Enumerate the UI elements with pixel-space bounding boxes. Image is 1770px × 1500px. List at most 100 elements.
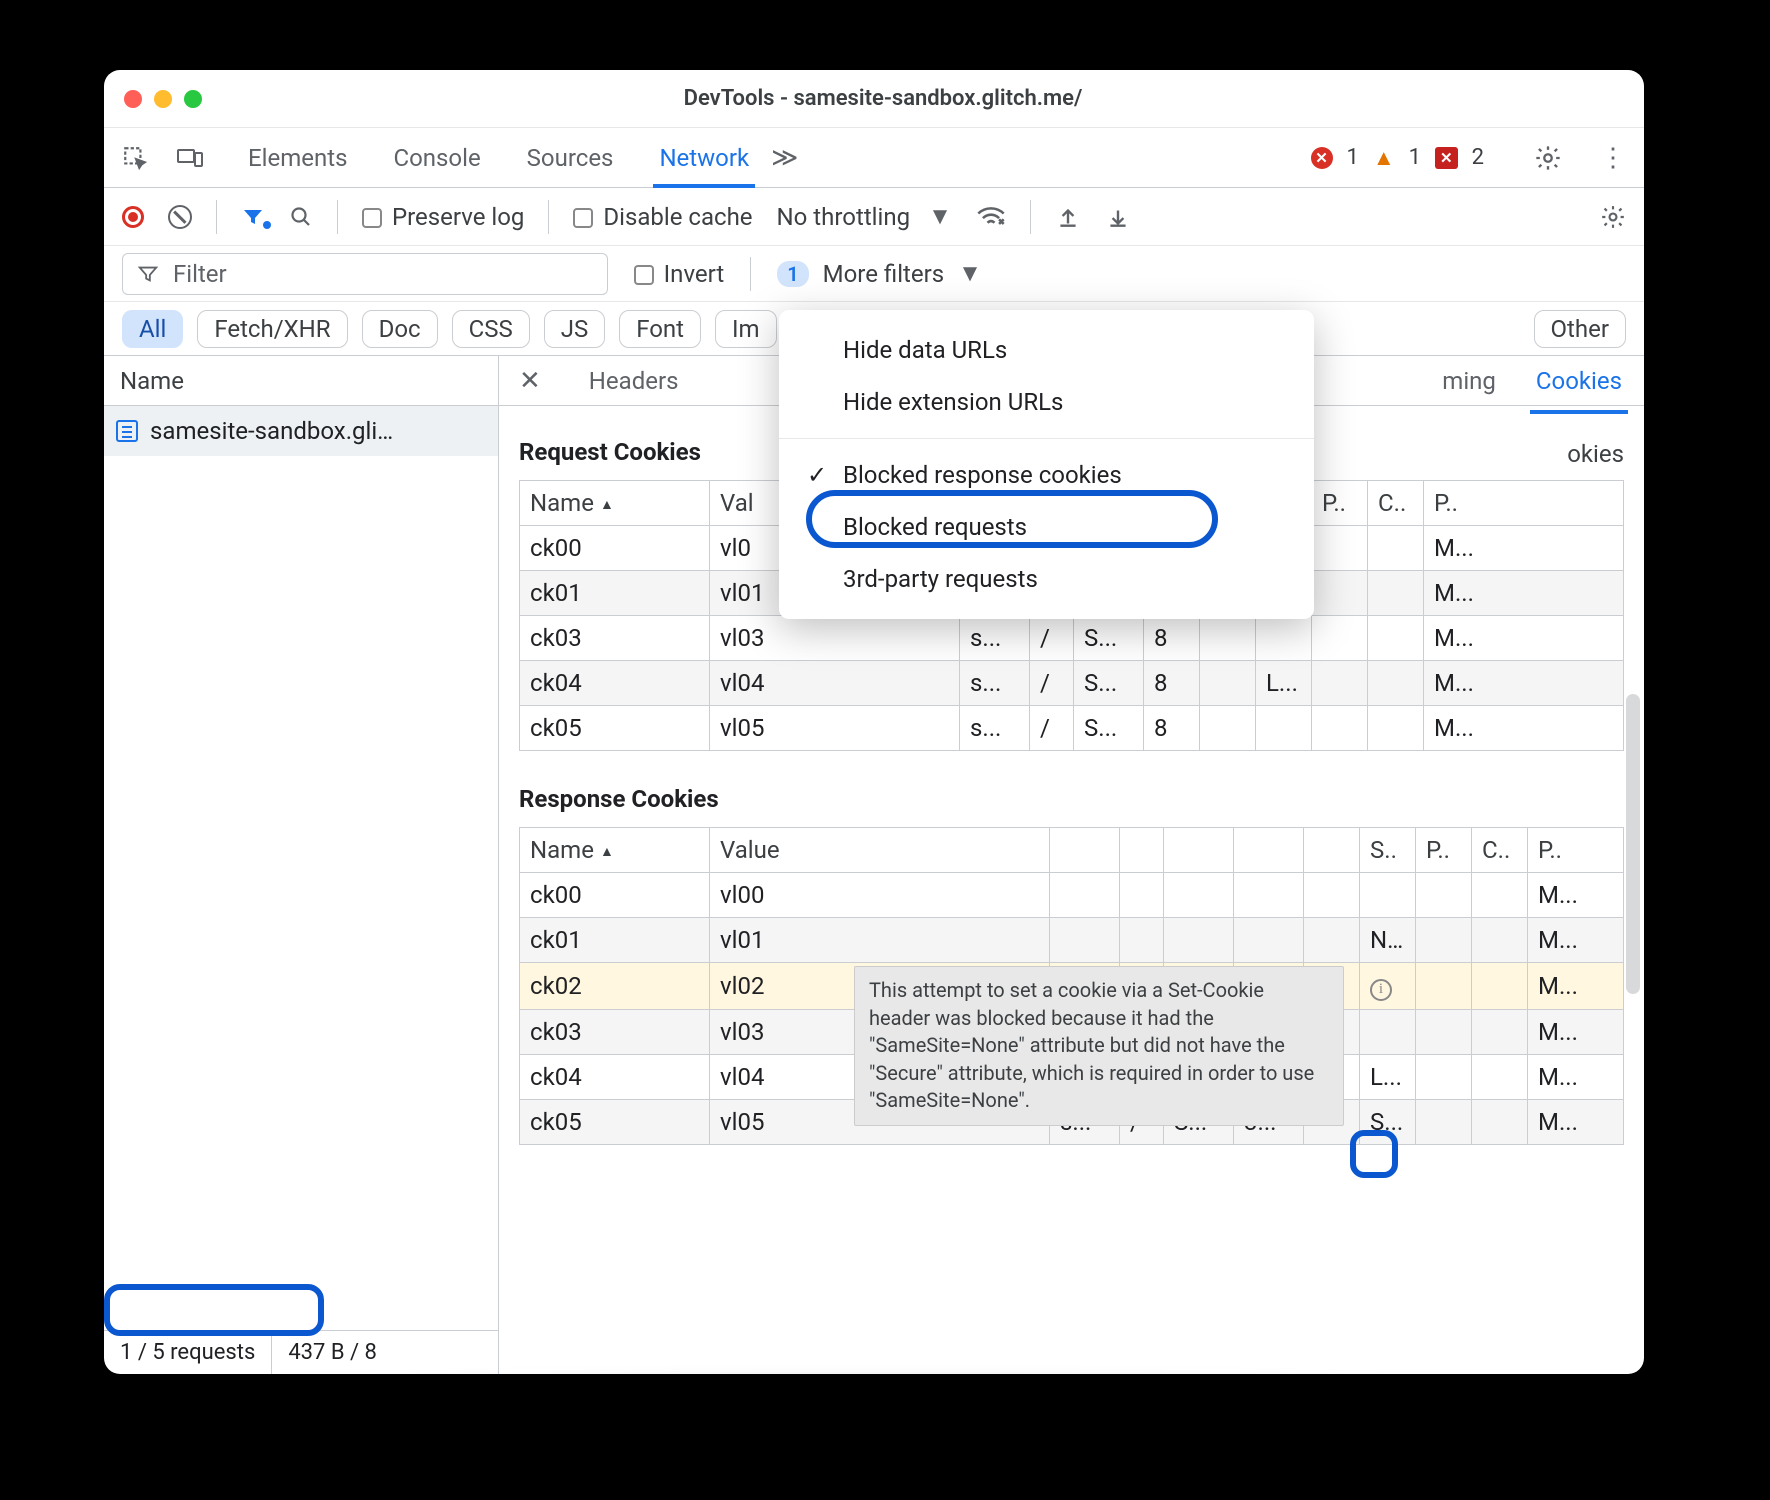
- cell: [1256, 706, 1312, 751]
- cell: M...: [1424, 616, 1624, 661]
- cell: [1472, 963, 1528, 1010]
- col-header[interactable]: [1304, 828, 1360, 873]
- tab-cookies[interactable]: Cookies: [1534, 357, 1624, 405]
- type-chip-other[interactable]: Other: [1534, 310, 1626, 348]
- record-button[interactable]: [122, 206, 144, 228]
- settings-icon[interactable]: [1534, 144, 1562, 172]
- cell: N...: [1360, 918, 1416, 963]
- chevron-down-icon: ▼: [958, 259, 982, 288]
- type-chip-css[interactable]: CSS: [452, 310, 530, 348]
- request-row[interactable]: samesite-sandbox.gli…: [104, 406, 498, 456]
- more-menu-icon[interactable]: ⋮: [1600, 143, 1626, 173]
- col-header[interactable]: [1234, 828, 1304, 873]
- zoom-window-icon[interactable]: [184, 90, 202, 108]
- cell: [1416, 963, 1472, 1010]
- table-row[interactable]: ck05vl05s.../S...8M...: [520, 706, 1624, 751]
- disable-cache-checkbox[interactable]: Disable cache: [573, 203, 752, 231]
- col-header[interactable]: Value: [710, 828, 1050, 873]
- cell: ck01: [520, 918, 710, 963]
- cell: [1368, 616, 1424, 661]
- error-icon[interactable]: ✕: [1311, 147, 1333, 169]
- main-tab-sources[interactable]: Sources: [525, 130, 616, 186]
- main-tab-console[interactable]: Console: [391, 130, 482, 186]
- cell: vl00: [710, 873, 1050, 918]
- cell: S...: [1360, 1099, 1416, 1144]
- table-row[interactable]: ck03vl03s.../S...8M...: [520, 616, 1624, 661]
- search-icon[interactable]: [289, 205, 313, 229]
- issues-count: 2: [1472, 145, 1484, 170]
- col-header[interactable]: [1120, 828, 1164, 873]
- filter-toggle-icon[interactable]: [241, 205, 265, 229]
- type-chip-im[interactable]: Im: [715, 310, 777, 348]
- info-icon[interactable]: i: [1370, 979, 1392, 1001]
- filter-option[interactable]: Blocked requests: [779, 501, 1314, 553]
- col-header[interactable]: P..: [1416, 828, 1472, 873]
- device-toolbar-icon[interactable]: [176, 145, 204, 171]
- col-header[interactable]: C..: [1368, 481, 1424, 526]
- col-header[interactable]: [1050, 828, 1120, 873]
- request-cookies-title: Request Cookies: [519, 438, 701, 466]
- col-header[interactable]: [1164, 828, 1234, 873]
- cell: [1472, 873, 1528, 918]
- download-icon[interactable]: [1105, 204, 1131, 230]
- invert-checkbox[interactable]: Invert: [634, 260, 725, 288]
- tab-timing-partial[interactable]: ming: [1440, 357, 1498, 405]
- cell: ck00: [520, 873, 710, 918]
- network-toolbar: Preserve log Disable cache No throttling…: [104, 188, 1644, 246]
- type-chip-font[interactable]: Font: [619, 310, 701, 348]
- close-detail-icon[interactable]: ✕: [519, 366, 541, 396]
- cell: [1360, 1009, 1416, 1054]
- type-chip-js[interactable]: JS: [544, 310, 606, 348]
- col-header[interactable]: P..: [1312, 481, 1368, 526]
- cell: [1120, 873, 1164, 918]
- col-header[interactable]: S..: [1360, 828, 1416, 873]
- cell: M...: [1424, 571, 1624, 616]
- filter-option[interactable]: ✓Blocked response cookies: [779, 449, 1314, 501]
- more-filters-button[interactable]: 1 More filters ▼: [777, 259, 982, 288]
- upload-icon[interactable]: [1055, 204, 1081, 230]
- cell: vl05: [710, 706, 960, 751]
- main-tab-network[interactable]: Network: [657, 130, 751, 186]
- more-tabs-icon[interactable]: ≫: [771, 143, 798, 173]
- warning-icon[interactable]: ▲: [1373, 145, 1395, 171]
- cell: ck03: [520, 616, 710, 661]
- filter-input[interactable]: Filter: [122, 253, 608, 295]
- cell: [1416, 873, 1472, 918]
- col-header[interactable]: P..: [1528, 828, 1624, 873]
- request-list: Name samesite-sandbox.gli… 1 / 5 request…: [104, 356, 499, 1374]
- main-tab-elements[interactable]: Elements: [246, 130, 349, 186]
- col-header[interactable]: P..: [1424, 481, 1624, 526]
- close-window-icon[interactable]: [124, 90, 142, 108]
- type-chip-doc[interactable]: Doc: [362, 310, 438, 348]
- preserve-log-checkbox[interactable]: Preserve log: [362, 203, 524, 231]
- scrollbar[interactable]: [1626, 694, 1640, 994]
- table-row[interactable]: ck01vl01N...M...: [520, 918, 1624, 963]
- clear-button[interactable]: [168, 205, 192, 229]
- col-header[interactable]: C..: [1472, 828, 1528, 873]
- cell: ck04: [520, 661, 710, 706]
- cell: [1164, 873, 1234, 918]
- issues-icon[interactable]: ✕: [1435, 147, 1458, 169]
- cell: vl03: [710, 616, 960, 661]
- cell: ck01: [520, 571, 710, 616]
- filter-option[interactable]: 3rd-party requests: [779, 553, 1314, 605]
- filter-option[interactable]: Hide extension URLs: [779, 376, 1314, 428]
- cell: M...: [1528, 1099, 1624, 1144]
- col-header[interactable]: Name▲: [520, 481, 710, 526]
- table-row[interactable]: ck00vl00M...: [520, 873, 1624, 918]
- request-list-header-name[interactable]: Name: [104, 356, 498, 406]
- show-filtered-partial[interactable]: okies: [1567, 440, 1624, 468]
- table-row[interactable]: ck04vl04s.../S...8L...M...: [520, 661, 1624, 706]
- type-chip-all[interactable]: All: [122, 310, 183, 348]
- filter-option[interactable]: Hide data URLs: [779, 324, 1314, 376]
- inspect-element-icon[interactable]: [122, 145, 148, 171]
- network-conditions-icon[interactable]: [976, 204, 1006, 230]
- cell: [1304, 873, 1360, 918]
- cell: S...: [1074, 616, 1144, 661]
- minimize-window-icon[interactable]: [154, 90, 172, 108]
- throttling-select[interactable]: No throttling ▼: [777, 202, 952, 231]
- tab-headers[interactable]: Headers: [587, 357, 681, 405]
- type-chip-fetchxhr[interactable]: Fetch/XHR: [197, 310, 347, 348]
- network-settings-icon[interactable]: [1600, 204, 1626, 230]
- col-header[interactable]: Name▲: [520, 828, 710, 873]
